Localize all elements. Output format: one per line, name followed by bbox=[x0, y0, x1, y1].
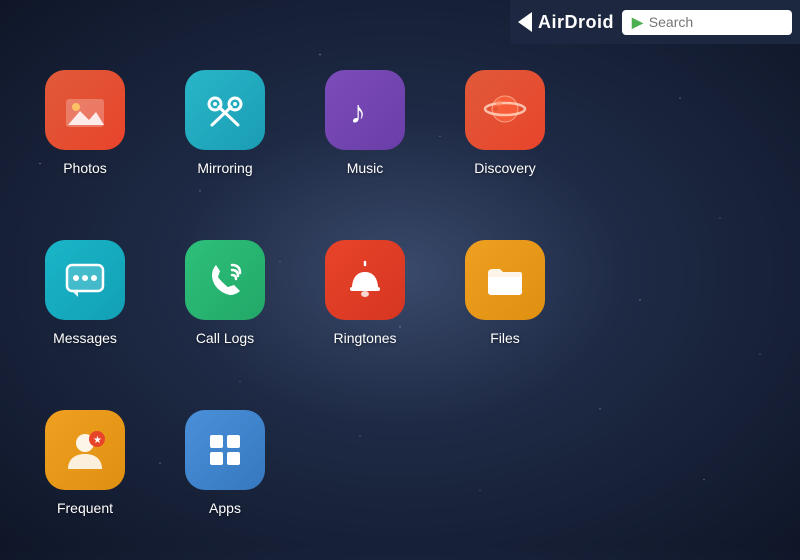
files-icon bbox=[465, 240, 545, 320]
search-bar[interactable]: ▶ bbox=[622, 10, 792, 35]
messages-icon bbox=[45, 240, 125, 320]
mirroring-label: Mirroring bbox=[197, 160, 252, 176]
app-item-apps[interactable]: Apps bbox=[160, 400, 290, 560]
music-label: Music bbox=[347, 160, 384, 176]
svg-text:★: ★ bbox=[93, 435, 102, 446]
search-input[interactable] bbox=[649, 14, 769, 30]
airdroid-logo: AirDroid bbox=[518, 12, 614, 33]
topbar: AirDroid ▶ bbox=[510, 0, 800, 44]
photos-label: Photos bbox=[63, 160, 107, 176]
app-item-frequent[interactable]: ★ Frequent bbox=[20, 400, 150, 560]
app-item-ringtones[interactable]: Ringtones bbox=[300, 230, 430, 390]
messages-label: Messages bbox=[53, 330, 117, 346]
ringtones-icon bbox=[325, 240, 405, 320]
logo-text: AirDroid bbox=[538, 12, 614, 33]
calllogs-label: Call Logs bbox=[196, 330, 254, 346]
ringtones-label: Ringtones bbox=[333, 330, 396, 346]
calllogs-icon bbox=[185, 240, 265, 320]
frequent-label: Frequent bbox=[57, 500, 113, 516]
app-grid: Photos Mirroring ♪ Music bbox=[20, 60, 570, 560]
app-item-messages[interactable]: Messages bbox=[20, 230, 150, 390]
photos-icon bbox=[45, 70, 125, 150]
mirroring-icon bbox=[185, 70, 265, 150]
discovery-icon bbox=[465, 70, 545, 150]
app-item-calllogs[interactable]: Call Logs bbox=[160, 230, 290, 390]
app-item-photos[interactable]: Photos bbox=[20, 60, 150, 220]
apps-label: Apps bbox=[209, 500, 241, 516]
play-store-icon: ▶ bbox=[632, 14, 643, 31]
logo-arrow-icon bbox=[518, 12, 532, 32]
app-item-music[interactable]: ♪ Music bbox=[300, 60, 430, 220]
music-icon: ♪ bbox=[325, 70, 405, 150]
apps-icon bbox=[185, 410, 265, 490]
files-label: Files bbox=[490, 330, 520, 346]
discovery-label: Discovery bbox=[474, 160, 535, 176]
app-item-files[interactable]: Files bbox=[440, 230, 570, 390]
frequent-icon: ★ bbox=[45, 410, 125, 490]
svg-text:♪: ♪ bbox=[350, 94, 366, 130]
app-item-mirroring[interactable]: Mirroring bbox=[160, 60, 290, 220]
app-item-discovery[interactable]: Discovery bbox=[440, 60, 570, 220]
